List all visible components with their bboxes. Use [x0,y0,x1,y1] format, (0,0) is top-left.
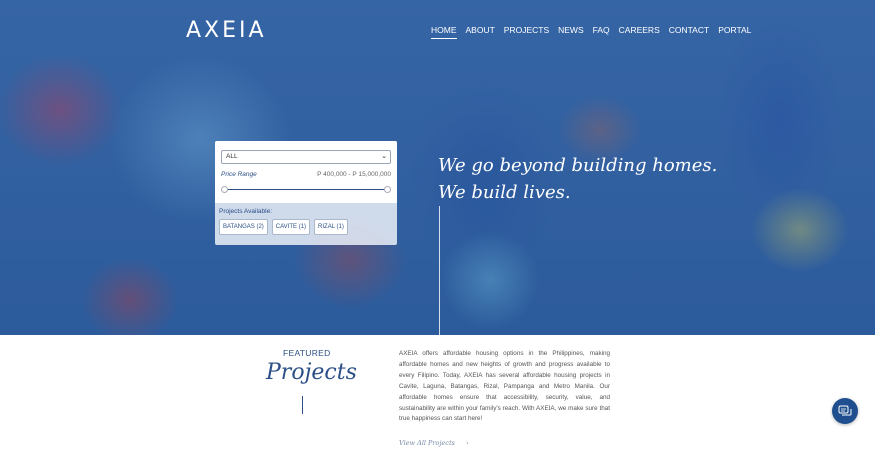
chip-batangas[interactable]: BATANGAS (2) [219,219,268,235]
project-filter-panel: ALL ⌄ Price Range P 400,000 - P 15,000,0… [215,141,397,245]
hero-divider [439,206,440,335]
view-all-label: View All Projects [399,439,455,447]
price-range-label: Price Range [221,171,257,178]
tagline-line-2: We build lives. [438,182,571,203]
chat-bubble-icon [838,405,852,415]
chip-cavite[interactable]: CAVITE (1) [271,219,311,235]
nav-news[interactable]: NEWS [558,25,584,39]
projects-available-label: Projects Available: [219,208,272,215]
price-range-value: P 400,000 - P 15,000,000 [317,171,391,178]
price-range-slider[interactable] [221,186,391,193]
hero-tagline: We go beyond building homes. We build li… [438,152,717,206]
brand-logo[interactable]: AXEIA [186,18,267,43]
view-all-projects-link[interactable]: View All Projects › [399,439,469,447]
location-select[interactable]: ALL ⌄ [221,150,391,164]
nav-portal[interactable]: PORTAL [718,25,751,39]
nav-projects[interactable]: PROJECTS [504,25,549,39]
filter-top: ALL ⌄ Price Range P 400,000 - P 15,000,0… [215,141,397,203]
location-chips: BATANGAS (2) CAVITE (1) RIZAL (1) [219,219,393,235]
chevron-down-icon: ⌄ [381,153,387,160]
slider-max-handle[interactable] [384,186,391,193]
nav-home[interactable]: HOME [431,25,457,39]
nav-faq[interactable]: FAQ [593,25,610,39]
location-select-value: ALL [226,153,238,160]
featured-label: FEATURED [283,348,331,358]
price-range-row: Price Range P 400,000 - P 15,000,000 [221,171,391,178]
slider-track [225,189,387,190]
nav-about[interactable]: ABOUT [466,25,495,39]
chat-button[interactable] [832,398,858,424]
about-description: AXEIA offers affordable housing options … [399,350,610,423]
featured-divider [302,396,303,414]
filter-bottom: Projects Available: BATANGAS (2) CAVITE … [215,203,397,240]
nav-contact[interactable]: CONTACT [669,25,709,39]
nav-careers[interactable]: CAREERS [619,25,660,39]
chip-rizal[interactable]: RIZAL (1) [314,219,348,235]
chevron-right-icon: › [465,439,469,447]
tagline-line-1: We go beyond building homes. [438,155,718,176]
main-nav: HOME ABOUT PROJECTS NEWS FAQ CAREERS CON… [431,25,751,39]
featured-title: Projects [266,360,357,385]
slider-min-handle[interactable] [221,186,228,193]
